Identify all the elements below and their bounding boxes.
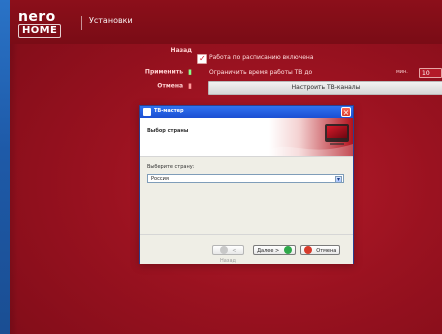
wizard-next-button[interactable]: Далее > [253,245,296,255]
schedule-row: ✓ Работа по расписанию включена [195,53,442,65]
wizard-back-button[interactable]: < Назад [212,245,244,264]
nero-home-settings-screen: nero HOME Установки Назад Применить ▮ От… [10,0,442,334]
cancel-icon: ▮ [188,82,192,90]
title-divider [81,16,82,30]
wizard-header: Выбор страны [140,118,353,157]
window-icon [143,108,151,116]
limit-label: Ограничить время работы ТВ до [209,69,313,76]
nav-cancel[interactable]: Отмена ▮ [157,82,192,90]
configure-tv-channels-button[interactable]: Настроить ТВ-каналы [208,81,442,95]
wizard-footer: < Назад Далее > Отмена [140,234,353,264]
checkmark-icon: ✓ [199,54,206,63]
limit-input[interactable]: 10 [419,68,442,78]
next-arrow-icon [283,245,292,254]
schedule-label: Работа по расписанию включена [209,54,314,61]
nav-apply[interactable]: Применить ▮ [145,68,192,76]
wizard-header-graphic [269,118,353,156]
tv-wizard-window: ТВ-мастер × Выбор страны Выберите страну… [139,105,354,264]
apply-icon: ▮ [188,68,192,76]
wizard-next-label: Далее > [257,248,280,254]
logo-home-text: HOME [18,24,62,38]
limit-row: Ограничить время работы ТВ до мин. 10 [195,68,442,80]
wizard-heading: Выбор страны [147,128,189,134]
wizard-cancel-button[interactable]: Отмена [300,245,340,255]
schedule-checkbox[interactable]: ✓ [197,54,207,64]
top-bar: nero HOME Установки [10,0,442,44]
section-title: Установки [89,16,133,25]
chevron-down-icon[interactable]: ▾ [335,176,342,183]
logo-nero-text: nero [18,9,56,25]
wizard-body: Выберите страну: Россия ▾ [140,156,353,234]
nav-cancel-label: Отмена [157,82,184,90]
cancel-x-icon [303,245,312,254]
limit-unit: мин. [396,69,408,75]
nav-apply-label: Применить [144,68,184,76]
wizard-titlebar[interactable]: ТВ-мастер × [140,106,353,118]
close-icon[interactable]: × [341,107,351,117]
wizard-title: ТВ-мастер [154,108,184,114]
country-select[interactable]: Россия ▾ [147,174,344,183]
choose-country-label: Выберите страну: [147,164,195,170]
back-arrow-icon [219,245,228,254]
nero-home-logo: nero HOME [18,10,73,40]
country-select-value: Россия [151,176,169,182]
wizard-cancel-label: Отмена [316,248,337,254]
nav-back[interactable]: Назад [171,47,192,54]
